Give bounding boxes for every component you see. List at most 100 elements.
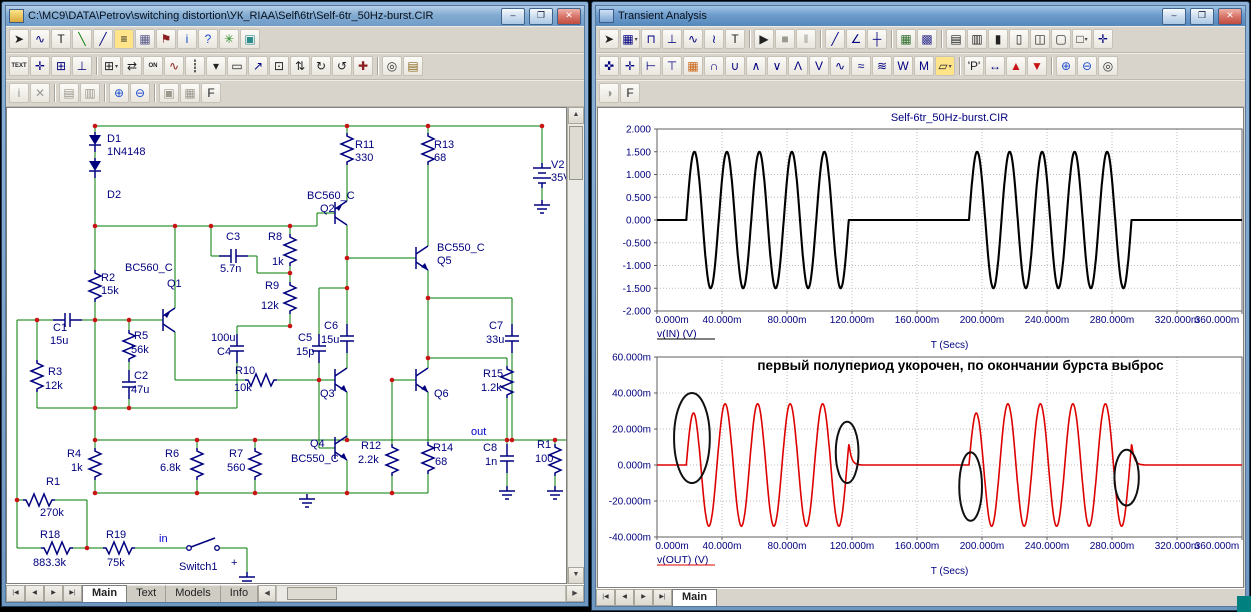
- ground-button[interactable]: ⊥: [72, 56, 92, 76]
- zoom-area-button[interactable]: ◎: [1098, 56, 1118, 76]
- tab-main[interactable]: Main: [82, 585, 127, 602]
- point-tag-button[interactable]: ✛: [620, 56, 640, 76]
- tab-info[interactable]: Info: [221, 585, 258, 602]
- macro-chip-button[interactable]: ▦: [135, 29, 155, 49]
- vertical-scroll-track[interactable]: [568, 124, 584, 567]
- schematic-drawing[interactable]: D11N4148D2R11330R1368V235VBC560_CQ2BC550…: [7, 108, 567, 584]
- text-stamp-button[interactable]: TEXT: [9, 56, 29, 76]
- wave-3-button[interactable]: ≋: [872, 56, 892, 76]
- scroll-right-button[interactable]: ▶: [566, 585, 584, 602]
- tab-scroll-button-2[interactable]: ▶: [44, 585, 63, 602]
- pin-connect-button[interactable]: ✛: [30, 56, 50, 76]
- vertical-scrollbar[interactable]: ▲ ▼: [567, 107, 584, 584]
- wave-1-button[interactable]: ∿: [830, 56, 850, 76]
- low-button[interactable]: V: [809, 56, 829, 76]
- tab-scroll-button-0[interactable]: |◀: [596, 589, 615, 606]
- vertical-scroll-thumb[interactable]: [569, 126, 583, 180]
- scope-mode-button[interactable]: ⊓: [641, 29, 661, 49]
- font-button[interactable]: F: [201, 83, 221, 103]
- find-part-button[interactable]: ⊞▾: [101, 56, 121, 76]
- select-box-button[interactable]: ▭: [227, 56, 247, 76]
- plot-area[interactable]: 0.000m40.000m80.000m120.000m160.000m200.…: [597, 107, 1244, 588]
- help-book-button[interactable]: ▤: [403, 56, 423, 76]
- tag-button[interactable]: ≀: [704, 29, 724, 49]
- vertical-tag-button[interactable]: ⊤: [662, 56, 682, 76]
- font-button[interactable]: F: [620, 83, 640, 103]
- grid-dots-button[interactable]: ┋: [185, 56, 205, 76]
- window-arrange-button[interactable]: □▾: [1072, 29, 1092, 49]
- minimize-button[interactable]: –: [501, 8, 525, 25]
- line-mode-button[interactable]: ╱: [93, 29, 113, 49]
- toggle-on-button[interactable]: ON: [143, 56, 163, 76]
- sine-upper-button[interactable]: ∩: [704, 56, 724, 76]
- step-button[interactable]: ↗: [248, 56, 268, 76]
- tab-scroll-button-3[interactable]: ▶|: [653, 589, 672, 606]
- high-button[interactable]: Λ: [788, 56, 808, 76]
- peak-button[interactable]: ∧: [746, 56, 766, 76]
- tab-scroll-button-1[interactable]: ◀: [615, 589, 634, 606]
- add-curve-button[interactable]: ▦▾: [620, 29, 640, 49]
- mirror-button[interactable]: ⇅: [290, 56, 310, 76]
- tab-scroll-button-1[interactable]: ◀: [25, 585, 44, 602]
- text-tool-button[interactable]: T: [725, 29, 745, 49]
- select-tool[interactable]: ➤: [599, 29, 619, 49]
- folder-button[interactable]: ▱▾: [935, 56, 955, 76]
- horizontal-scroll-track[interactable]: [276, 585, 566, 602]
- line-tool-button[interactable]: ╱: [825, 29, 845, 49]
- scroll-down-button[interactable]: ▼: [568, 567, 584, 584]
- token-grid-button[interactable]: ▩: [917, 29, 937, 49]
- panel-right-button[interactable]: ▯: [1009, 29, 1029, 49]
- cross-button[interactable]: ✚: [353, 56, 373, 76]
- maximize-button[interactable]: ❐: [1190, 8, 1214, 25]
- scroll-left-button[interactable]: ◀: [258, 585, 276, 602]
- port-button[interactable]: ⊞: [51, 56, 71, 76]
- zoom-out-button[interactable]: ⊖: [1077, 56, 1097, 76]
- tab-scroll-button-2[interactable]: ▶: [634, 589, 653, 606]
- preferences-gears-button[interactable]: ✳: [219, 29, 239, 49]
- text-mode-button[interactable]: T: [51, 29, 71, 49]
- one-plot-button[interactable]: ▤: [946, 29, 966, 49]
- run-button[interactable]: ▶: [754, 29, 774, 49]
- help-mode-button[interactable]: ?: [198, 29, 218, 49]
- panel-empty-button[interactable]: ▢: [1051, 29, 1071, 49]
- minimize-button[interactable]: –: [1162, 8, 1186, 25]
- tab-scroll-button-0[interactable]: |◀: [6, 585, 25, 602]
- image-tool-button[interactable]: ▣: [240, 29, 260, 49]
- horizontal-scroll-thumb[interactable]: [287, 587, 337, 600]
- next-up-button[interactable]: ▲: [1006, 56, 1026, 76]
- series-label[interactable]: v(IN) (V): [657, 328, 697, 340]
- wire-mode-button[interactable]: ╲: [72, 29, 92, 49]
- schematic-window-titlebar[interactable]: C:\MC9\DATA\Petrov\switching distortion\…: [6, 6, 584, 26]
- info-mode-button[interactable]: i: [177, 29, 197, 49]
- flag-mode-button[interactable]: ⚑: [156, 29, 176, 49]
- display-options-button[interactable]: ▾: [206, 56, 226, 76]
- scroll-up-button[interactable]: ▲: [568, 107, 584, 124]
- cursor-lines-button[interactable]: ┼: [867, 29, 887, 49]
- crosshair-button[interactable]: ✛: [1093, 29, 1113, 49]
- angle-tool-button[interactable]: ∠: [846, 29, 866, 49]
- panel-grid-button[interactable]: ◫: [1030, 29, 1050, 49]
- search-binoculars-button[interactable]: ◎: [382, 56, 402, 76]
- tab-main[interactable]: Main: [672, 589, 717, 606]
- color-grid-button[interactable]: ▦: [683, 56, 703, 76]
- data-points-button[interactable]: ▦: [896, 29, 916, 49]
- select-tool[interactable]: ➤: [9, 29, 29, 49]
- annotation-note-button[interactable]: ≡: [114, 29, 134, 49]
- box-button[interactable]: ⊡: [269, 56, 289, 76]
- p-key-label[interactable]: 'P': [964, 56, 984, 76]
- zoom-in-button[interactable]: ⊕: [109, 83, 129, 103]
- split-horizontal-button[interactable]: ▥: [967, 29, 987, 49]
- analysis-window-titlebar[interactable]: Transient Analysis – ❐ ✕: [596, 6, 1245, 26]
- close-button[interactable]: ✕: [557, 8, 581, 25]
- probe-button[interactable]: ∿: [164, 56, 184, 76]
- tab-scroll-button-3[interactable]: ▶|: [63, 585, 82, 602]
- component-mode-button[interactable]: ∿: [30, 29, 50, 49]
- waveform-button[interactable]: ∿: [683, 29, 703, 49]
- wave-2-button[interactable]: ≈: [851, 56, 871, 76]
- valley-button[interactable]: ∨: [767, 56, 787, 76]
- tab-models[interactable]: Models: [166, 585, 220, 602]
- tab-text[interactable]: Text: [127, 585, 166, 602]
- horizontal-tag-button[interactable]: ⊢: [641, 56, 661, 76]
- series-label[interactable]: v(OUT) (V): [657, 554, 708, 566]
- flip-button[interactable]: ⇄: [122, 56, 142, 76]
